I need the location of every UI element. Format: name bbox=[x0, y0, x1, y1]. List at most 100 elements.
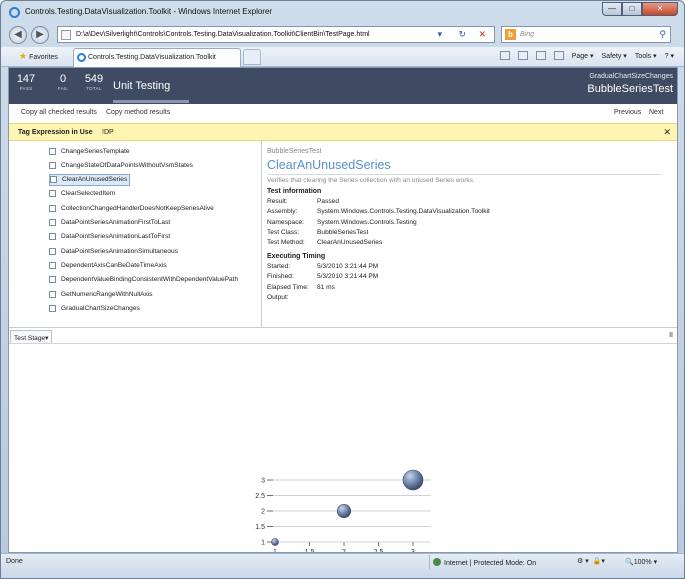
detail-key: Result: bbox=[267, 198, 288, 205]
previous-button[interactable]: Previous bbox=[614, 109, 641, 116]
pass-stat: 147 PASS bbox=[16, 73, 36, 91]
horizontal-splitter[interactable] bbox=[9, 327, 677, 328]
test-checkbox[interactable] bbox=[49, 204, 56, 212]
test-list-item[interactable]: GradualChartSizeChanges bbox=[49, 302, 140, 314]
bing-logo-icon: b bbox=[505, 29, 516, 40]
detail-row: Elapsed Time: 81 ms bbox=[267, 284, 335, 291]
home-icon[interactable] bbox=[499, 51, 510, 60]
test-header: 147 PASS 0 FAIL 549 TOTAL Unit Testing Grad… bbox=[9, 68, 677, 104]
detail-row: Assembly: System.Windows.Controls.Testing… bbox=[267, 208, 490, 215]
detail-row: Test Class: BubbleSeriesTest bbox=[267, 229, 368, 236]
mail-icon[interactable] bbox=[535, 51, 546, 60]
status-icons[interactable]: ⚙ ▾ 🔒▾ bbox=[577, 557, 605, 565]
search-box[interactable]: b Bing ⚲ bbox=[501, 26, 671, 43]
test-list-item[interactable]: DataPointSeriesAnimationLastToFirst bbox=[49, 231, 170, 243]
test-name: DataPointSeriesAnimationLastToFirst bbox=[61, 233, 171, 241]
test-checkbox[interactable] bbox=[49, 161, 56, 169]
detail-value: 5/3/2010 3:21:44 PM bbox=[317, 273, 379, 281]
minimize-button[interactable]: — bbox=[602, 2, 622, 16]
progress-bar bbox=[113, 100, 189, 103]
test-name: ClearAnUnusedSeries bbox=[62, 176, 128, 184]
help-menu[interactable]: ? ▾ bbox=[665, 52, 674, 60]
test-list-item[interactable]: CollectionChangedHandlerDoesNotKeepSerie… bbox=[49, 202, 214, 214]
favorites-button[interactable]: ★ Favorites bbox=[19, 51, 58, 62]
tag-expression-label: Tag Expression in Use bbox=[18, 129, 93, 136]
zoom-level[interactable]: 🔍100% ▾ bbox=[625, 558, 657, 566]
test-checkbox[interactable] bbox=[50, 176, 57, 184]
test-checkbox[interactable] bbox=[49, 261, 56, 269]
pause-button[interactable]: II bbox=[669, 332, 673, 339]
total-stat: 549 TOTAL bbox=[84, 73, 104, 91]
test-list-item[interactable]: ClearSelectedItem bbox=[49, 188, 115, 200]
test-checkbox[interactable] bbox=[49, 233, 56, 241]
test-checkbox[interactable] bbox=[49, 190, 56, 198]
test-checkbox[interactable] bbox=[49, 247, 56, 255]
current-test-class: BubbleSeriesTest bbox=[587, 83, 673, 95]
print-icon[interactable] bbox=[553, 51, 564, 60]
detail-key: Assembly: bbox=[267, 208, 298, 216]
copy-method-button[interactable]: Copy method results bbox=[106, 109, 170, 116]
test-list-item[interactable]: GetNumericRangeWithNullAxis bbox=[49, 288, 153, 300]
test-checkbox[interactable] bbox=[49, 304, 56, 312]
forward-button[interactable]: ▶ bbox=[31, 26, 49, 44]
y-tick-label: 3 bbox=[261, 478, 265, 485]
detail-breadcrumb: BubbleSeriesTest bbox=[267, 148, 322, 155]
detail-value: Passed bbox=[317, 198, 339, 205]
test-checkbox[interactable] bbox=[49, 147, 56, 155]
search-icon[interactable]: ⚲ bbox=[659, 29, 666, 40]
detail-row: Namespace: System.Windows.Controls.Testin… bbox=[267, 219, 417, 226]
page-menu[interactable]: Page ▾ bbox=[572, 52, 594, 60]
detail-value: System.Windows.Controls.Testing.DataVisu… bbox=[317, 208, 490, 216]
stop-icon[interactable]: ✕ bbox=[478, 29, 486, 40]
tab-title: Controls.Testing.DataVisualization.Toolk… bbox=[88, 54, 216, 61]
detail-key: Test Method: bbox=[267, 239, 305, 247]
test-list-item[interactable]: ClearAnUnusedSeries bbox=[49, 173, 131, 186]
tools-menu[interactable]: Tools ▾ bbox=[635, 52, 657, 60]
test-name: DependentAxisCanBeDateTimeAxis bbox=[61, 261, 167, 269]
test-detail: BubbleSeriesTest ClearAnUnusedSeries Ver… bbox=[267, 141, 675, 327]
test-checkbox[interactable] bbox=[49, 290, 56, 298]
test-list-item[interactable]: DependentValueBindingConsistentWithDepen… bbox=[49, 274, 238, 286]
test-list-item[interactable]: DataPointSeriesAnimationFirstToLast bbox=[49, 217, 170, 229]
address-url[interactable]: D:\a\Dev\Silverlight\Controls\Controls.T… bbox=[76, 31, 370, 38]
address-dropdown-icon[interactable]: ▾ bbox=[437, 29, 442, 40]
test-name: ClearSelectedItem bbox=[61, 190, 116, 198]
test-list-item[interactable]: ChangeSeriesTemplate bbox=[49, 145, 130, 157]
new-tab-button[interactable] bbox=[243, 49, 261, 65]
test-list-item[interactable]: ChangeStateOfDataPointsWithoutVsmStates bbox=[49, 159, 193, 171]
detail-key: Test Class: bbox=[267, 228, 300, 236]
test-list-item[interactable]: DependentAxisCanBeDateTimeAxis bbox=[49, 259, 167, 271]
detail-title: ClearAnUnusedSeries bbox=[267, 158, 391, 172]
detail-value: System.Windows.Controls.Testing bbox=[317, 218, 417, 226]
page-icon bbox=[61, 30, 71, 40]
y-tick-label: 1.5 bbox=[255, 524, 265, 531]
title-bar: Controls.Testing.DataVisualization.Toolk… bbox=[1, 1, 684, 23]
test-list-item[interactable]: DataPointSeriesAnimationSimultaneous bbox=[49, 245, 178, 257]
close-tag-bar-button[interactable]: ✕ bbox=[663, 127, 671, 138]
test-information-heading: Test information bbox=[267, 188, 322, 195]
feeds-icon[interactable] bbox=[517, 51, 528, 60]
test-stage-dropdown[interactable]: Test Stage▾ bbox=[10, 330, 53, 343]
security-zone[interactable]: Internet | Protected Mode: On bbox=[433, 558, 536, 567]
y-tick-label: 2 bbox=[261, 509, 265, 516]
refresh-icon[interactable]: ↻ bbox=[458, 29, 466, 40]
copy-all-button[interactable]: Copy all checked results bbox=[21, 109, 97, 116]
address-row: ◀ ▶ D:\a\Dev\Silverlight\Controls\Contro… bbox=[1, 23, 684, 47]
detail-value: 5/3/2010 3:21:44 PM bbox=[317, 263, 379, 270]
results-toolbar: Copy all checked results Copy method res… bbox=[9, 104, 677, 122]
test-list: ChangeSeriesTemplate ChangeStateOfDataPoi… bbox=[9, 141, 259, 327]
detail-row: Started: 5/3/2010 3:21:44 PM bbox=[267, 263, 378, 270]
close-window-button[interactable]: ✕ bbox=[642, 2, 678, 16]
safety-menu[interactable]: Safety ▾ bbox=[602, 52, 627, 60]
back-button[interactable]: ◀ bbox=[9, 26, 27, 44]
detail-key: Output: bbox=[267, 293, 289, 301]
test-checkbox[interactable] bbox=[49, 276, 56, 284]
maximize-button[interactable]: □ bbox=[622, 2, 642, 16]
detail-row: Output: bbox=[267, 294, 317, 301]
test-checkbox[interactable] bbox=[49, 219, 56, 226]
browser-tab[interactable]: Controls.Testing.DataVisualization.Toolk… bbox=[73, 48, 241, 67]
search-placeholder: Bing bbox=[520, 31, 535, 38]
splitter[interactable] bbox=[261, 141, 262, 327]
next-button[interactable]: Next bbox=[649, 109, 663, 116]
address-bar[interactable]: D:\a\Dev\Silverlight\Controls\Controls.T… bbox=[57, 26, 495, 43]
